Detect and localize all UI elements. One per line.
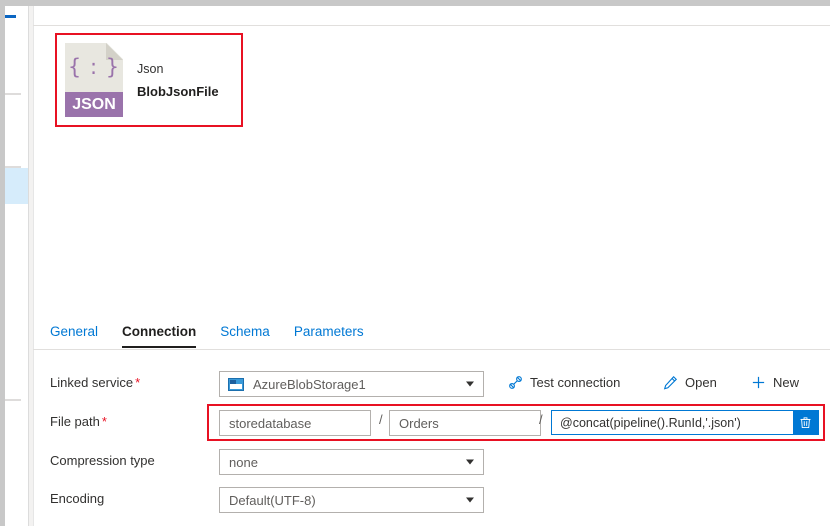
file-path-container-value: storedatabase <box>229 415 312 431</box>
compression-type-label-text: Compression type <box>50 453 155 468</box>
chevron-down-icon <box>466 381 474 387</box>
encoding-label-text: Encoding <box>50 491 105 506</box>
linked-service-required-asterisk: * <box>135 375 141 390</box>
encoding-dropdown[interactable]: Default(UTF-8) <box>219 487 484 513</box>
new-linked-service-label: New <box>773 375 800 390</box>
file-path-separator-2: / <box>539 412 543 427</box>
compression-type-label: Compression type <box>50 453 155 468</box>
file-path-required-asterisk: * <box>101 414 107 429</box>
chevron-down-icon <box>466 459 474 465</box>
file-path-directory-input[interactable]: Orders <box>389 410 541 436</box>
file-path-filename-expression: @concat(pipeline().RunId,'.json') <box>560 415 741 430</box>
test-connection-label: Test connection <box>530 375 621 390</box>
file-path-label-text: File path <box>50 414 100 429</box>
pencil-icon <box>663 375 678 390</box>
encoding-value: Default(UTF-8) <box>229 492 316 508</box>
test-connection-button[interactable]: Test connection <box>508 375 620 390</box>
open-linked-service-label: Open <box>685 375 717 390</box>
linked-service-label: Linked service * <box>50 375 140 390</box>
file-path-directory-value: Orders <box>399 415 439 431</box>
file-path-container-input[interactable]: storedatabase <box>219 410 371 436</box>
plug-icon <box>508 375 523 390</box>
file-path-filename-input[interactable]: @concat(pipeline().RunId,'.json') <box>551 410 819 435</box>
file-path-separator-1: / <box>379 412 383 427</box>
compression-type-dropdown[interactable]: none <box>219 449 484 475</box>
connection-form: Linked service * AzureBlobStorage1 Test c… <box>0 0 830 526</box>
linked-service-label-text: Linked service <box>50 375 134 390</box>
azure-blob-storage-icon <box>228 377 244 391</box>
linked-service-dropdown[interactable]: AzureBlobStorage1 <box>219 371 484 397</box>
file-path-label: File path * <box>50 414 107 429</box>
chevron-down-icon <box>466 497 474 503</box>
compression-type-value: none <box>229 454 258 470</box>
linked-service-value: AzureBlobStorage1 <box>253 376 366 392</box>
plus-icon <box>751 375 766 390</box>
encoding-label: Encoding <box>50 491 104 506</box>
open-linked-service-button[interactable]: Open <box>663 375 717 390</box>
new-linked-service-button[interactable]: New <box>751 375 799 390</box>
trash-icon[interactable] <box>793 411 818 434</box>
